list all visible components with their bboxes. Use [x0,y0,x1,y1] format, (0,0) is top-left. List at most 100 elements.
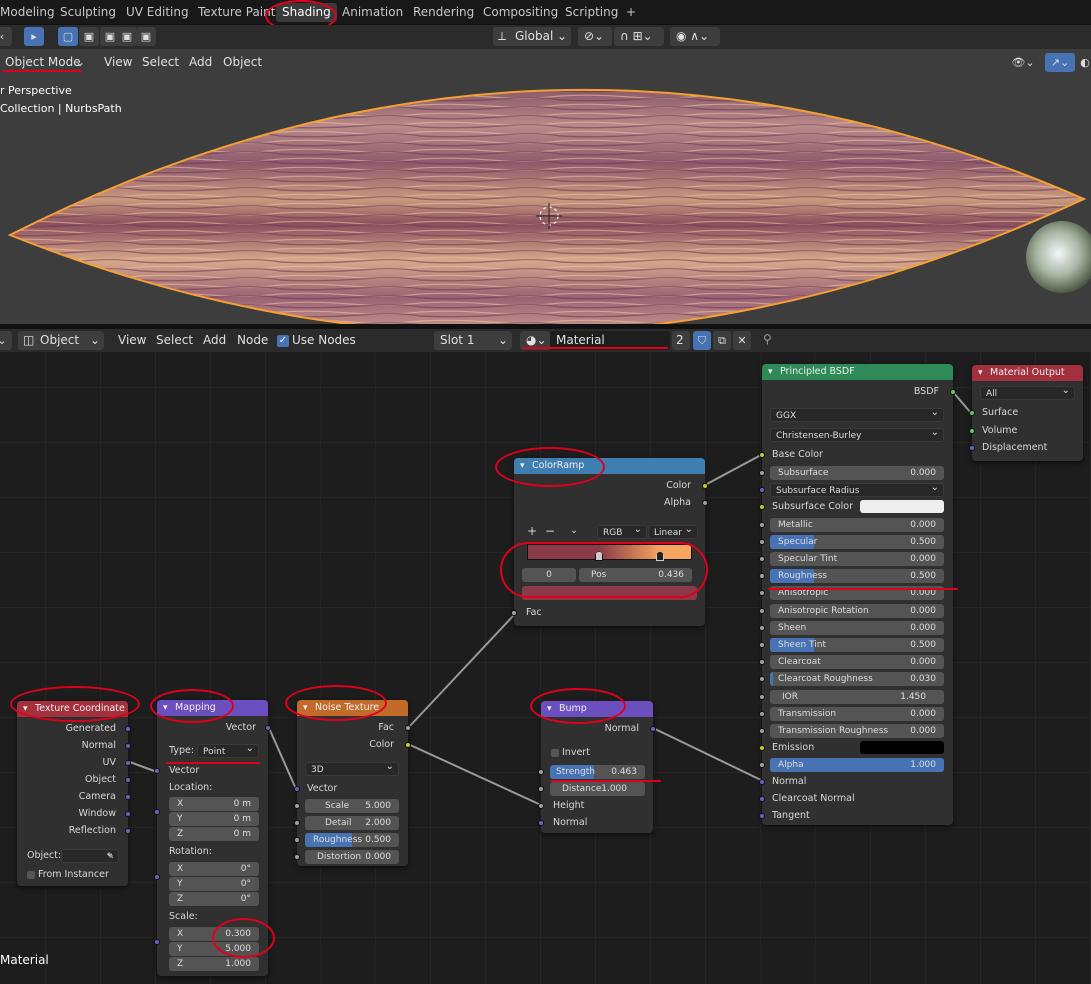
select-box-intersect-icon[interactable]: ▣ [136,27,156,46]
material-users-count[interactable]: 2 [672,331,690,350]
output-socket[interactable] [405,725,411,731]
menu-add[interactable]: Add [183,53,219,72]
tab-uv-editing[interactable]: UV Editing [120,3,195,22]
emission-color-swatch[interactable] [860,741,944,755]
menu-add[interactable]: Add [199,331,230,350]
menu-node[interactable]: Node [233,331,272,350]
bsdf-anisotropic-rotation-field[interactable]: Anisotropic Rotation 0.000 [770,603,944,618]
bsdf-sheen-field[interactable]: Sheen 0.000 [770,620,944,635]
input-socket[interactable] [759,521,765,528]
noise-scale-field[interactable]: Scale 5.000 [305,799,399,813]
output-socket[interactable] [125,828,131,834]
tab-modeling[interactable]: Modeling [0,3,61,22]
input-socket[interactable] [759,452,765,458]
menu-select[interactable]: Select [152,331,197,350]
input-socket[interactable] [969,410,975,416]
remove-stop-button[interactable]: − [545,524,555,538]
output-socket[interactable] [405,742,411,748]
input-socket[interactable] [759,556,765,562]
input-socket[interactable] [154,874,160,880]
duplicate-icon[interactable]: ⧉ [713,331,731,350]
add-workspace-button[interactable]: + [620,3,642,22]
input-socket[interactable] [759,813,765,819]
input-socket[interactable] [759,693,765,700]
tab-compositing[interactable]: Compositing [477,3,564,22]
unlink-close-icon[interactable]: ✕ [733,331,751,350]
subsurface-method-dropdown[interactable]: Christensen-Burley [770,426,944,442]
node-canvas[interactable]: Material Texture Coordinate Generated No… [0,352,1091,984]
rotation-x-field[interactable]: X 0° [169,862,259,876]
node-title[interactable]: Principled BSDF [762,364,953,380]
input-socket[interactable] [294,786,300,792]
input-socket[interactable] [759,642,765,648]
menu-view[interactable]: View [98,53,139,72]
input-socket[interactable] [538,820,544,826]
rotation-y-field[interactable]: Y 0° [169,877,259,891]
bsdf-sheen-tint-field[interactable]: Sheen Tint 0.500 [770,638,944,652]
menu-object[interactable]: Object [217,53,269,72]
input-socket[interactable] [759,590,765,597]
menu-select[interactable]: Select [136,53,186,72]
bump-strength-field[interactable]: Strength 0.463 [550,765,645,779]
fake-user-shield-icon[interactable]: ⛉ [693,331,711,350]
noise-roughness-field[interactable]: Roughness 0.500 [305,833,399,847]
editor-type-icon[interactable]: ⌄ [0,331,12,350]
texture-coordinate-node[interactable]: Texture Coordinate Generated Normal UV O… [17,701,131,886]
select-tool-icon[interactable]: ▸ [24,27,44,46]
node-title[interactable]: Material Output [972,365,1083,381]
bsdf-transmission-field[interactable]: Transmission 0.000 [770,706,944,721]
tab-sculpting[interactable]: Sculpting [54,3,122,22]
pin-icon[interactable]: ⚲ [763,332,772,346]
color-mode-dropdown[interactable]: RGB [597,523,647,539]
input-socket[interactable] [759,470,765,476]
location-y-field[interactable]: Y0 m [169,812,259,826]
output-socket[interactable] [702,500,708,506]
select-box-new-icon[interactable]: ▢ [58,27,78,46]
location-z-field[interactable]: Z0 m [169,827,259,841]
input-socket[interactable] [294,837,300,843]
bump-distance-field[interactable]: Distance 1.000 [550,782,645,796]
rotation-z-field[interactable]: Z 0° [169,892,259,906]
location-x-field[interactable]: X0 m [169,797,259,811]
output-socket[interactable] [265,725,271,731]
3d-viewport[interactable]: Object Mode ⌄ View Select Add Object 👁⌄ ↗… [0,49,1091,324]
subsurface-color-swatch[interactable] [860,500,944,514]
scale-z-field[interactable]: Z 1.000 [169,957,259,971]
slot-dropdown[interactable]: Slot 1 ⌄ [434,331,512,350]
input-socket[interactable] [759,624,765,631]
transform-orientation-dropdown[interactable]: ⟂ Global ⌄ [493,27,571,46]
bsdf-specular-tint-field[interactable]: Specular Tint 0.000 [770,552,944,566]
bsdf-alpha-field[interactable]: Alpha 1.000 [770,758,944,773]
shader-type-dropdown[interactable]: ◫ Object ⌄ [18,331,104,350]
bsdf-clearcoat-field[interactable]: Clearcoat 0.000 [770,655,944,670]
input-socket[interactable] [759,676,765,683]
proportional-edit-toggle[interactable]: ◉ ∧⌄ [670,27,720,46]
noise-detail-field[interactable]: Detail 2.000 [305,816,399,830]
input-socket[interactable] [154,809,160,815]
input-socket[interactable] [511,610,517,616]
tab-rendering[interactable]: Rendering [407,3,480,22]
input-socket[interactable] [759,779,765,785]
input-socket[interactable] [759,745,765,752]
input-socket[interactable] [759,762,765,769]
bsdf-roughness-field[interactable]: Roughness 0.500 [770,569,944,584]
distribution-dropdown[interactable]: GGX [770,406,944,422]
visibility-icon[interactable]: 👁⌄ [1008,53,1038,72]
input-socket[interactable] [759,573,765,580]
input-socket[interactable] [759,487,765,494]
select-box-invert-icon[interactable]: ▣ [117,27,137,46]
output-target-dropdown[interactable]: All [980,384,1075,400]
pivot-point-dropdown[interactable]: ⊘⌄ [578,27,612,46]
output-socket[interactable] [125,760,131,766]
bsdf-subsurface-field[interactable]: Subsurface 0.000 [770,466,944,480]
noise-texture-node[interactable]: Noise Texture Fac Color 3D Vector Scale5… [294,700,411,866]
collapse-icon[interactable]: ‹ [0,27,12,46]
input-socket[interactable] [969,445,975,451]
input-socket[interactable] [759,796,765,802]
eyedropper-icon[interactable]: ✎ [106,850,114,864]
add-stop-button[interactable]: + [527,524,537,538]
input-socket[interactable] [538,803,544,809]
subsurface-radius-dropdown[interactable]: Subsurface Radius [770,481,944,498]
output-socket[interactable] [650,726,656,732]
select-box-extend-icon[interactable]: ▣ [79,27,99,46]
